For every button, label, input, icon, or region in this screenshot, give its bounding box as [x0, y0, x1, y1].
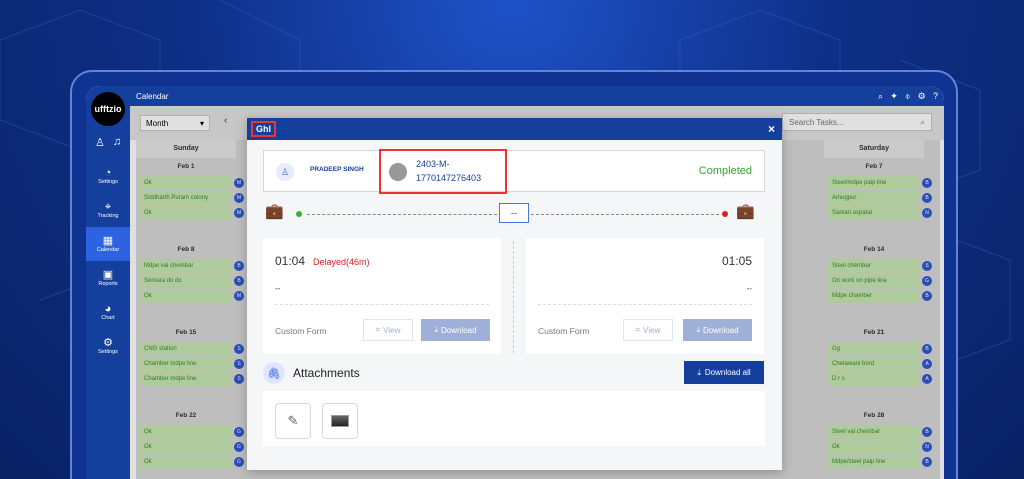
topbar-actions: ⌕ ✦ ⌽ ⚙ ?	[873, 91, 938, 102]
user-icon[interactable]: ♙	[95, 136, 105, 149]
briefcase-end-icon: 💼	[736, 203, 755, 220]
status-badge: Completed	[698, 165, 752, 177]
sidebar-top-icons: ♙ ♫	[86, 136, 130, 149]
chart-icon: ◕	[104, 303, 112, 315]
sidebar-item-settings[interactable]: ◔ Settings	[86, 159, 130, 193]
bell-icon[interactable]: ♫	[113, 136, 121, 149]
attachment-file[interactable]: ✎	[275, 403, 311, 439]
modal-header: Ghl ×	[247, 118, 782, 140]
location-icon: ⌖	[104, 201, 112, 213]
sidebar-item-reports[interactable]: ▣ Reports	[86, 261, 130, 295]
search-icon[interactable]: ⌕	[878, 91, 883, 101]
sidebar-item-label: Calendar	[96, 247, 120, 253]
sidebar-item-label: Settings	[98, 179, 118, 185]
start-card: 01:04 Delayed(46m) -- Custom Form ⌗ View ⤓…	[263, 238, 501, 354]
speedometer-icon: ◔	[104, 167, 112, 179]
card-divider	[513, 241, 514, 353]
download-icon: ⤓	[434, 325, 438, 334]
sidebar-item-tracking[interactable]: ⌖ Tracking	[86, 193, 130, 227]
form-document-icon: ✎	[287, 413, 299, 428]
download-all-button[interactable]: ⤓ Download all	[684, 361, 764, 384]
task-id-line-2: 1770147276403	[416, 173, 482, 183]
close-icon[interactable]: ×	[768, 122, 775, 136]
top-bar: Calendar ⌕ ✦ ⌽ ⚙ ?	[130, 86, 944, 106]
help-icon[interactable]: ?	[933, 91, 938, 101]
app-logo: ufftzio	[91, 92, 125, 126]
scan-icon: ⌗	[635, 325, 641, 334]
divider	[538, 304, 752, 305]
task-id-line-1: 2403-M-	[416, 159, 450, 169]
start-dot	[296, 211, 302, 217]
task-timeline: 💼 -- 💼	[265, 202, 765, 226]
view-button[interactable]: ⌗ View	[623, 319, 673, 341]
sidebar-item-calendar[interactable]: ▦ Calendar	[86, 227, 130, 261]
timeline-right-line	[531, 214, 719, 215]
calendar-icon: ▦	[102, 235, 114, 247]
duration-box: --	[499, 203, 529, 223]
custom-form-label: Custom Form	[275, 326, 327, 336]
task-summary: ♙ PRADEEP SINGH 2403-M- 1770147276403 Co…	[263, 149, 765, 194]
end-card: 01:05 -- Custom Form ⌗ View ⤓ Download	[526, 238, 764, 354]
sidebar-item-label: Chart	[101, 315, 115, 321]
divider	[275, 304, 489, 305]
delay-status: Delayed(46m)	[313, 257, 370, 267]
report-icon: ▣	[102, 269, 114, 281]
task-id-box: 2403-M- 1770147276403	[379, 149, 507, 194]
custom-form-label: Custom Form	[538, 326, 590, 336]
download-icon: ⤓	[696, 325, 700, 334]
attachments-label: Attachments	[293, 366, 360, 380]
end-value: --	[746, 284, 752, 293]
user-icon: ♙	[276, 163, 294, 181]
attachments-heading: 🖇 Attachments	[263, 362, 360, 384]
image-thumbnail-icon	[331, 415, 349, 427]
start-time: 01:04 Delayed(46m)	[275, 254, 370, 268]
attachment-image[interactable]	[322, 403, 358, 439]
end-dot	[722, 211, 728, 217]
download-button[interactable]: ⤓ Download	[421, 319, 490, 341]
end-time: 01:05	[721, 254, 752, 268]
sidebar-item-chart[interactable]: ◕ Chart	[86, 295, 130, 329]
view-button[interactable]: ⌗ View	[363, 319, 413, 341]
gear-icon: ⚙	[103, 337, 113, 349]
download-icon: ⤓	[697, 367, 701, 377]
page-title: Calendar	[136, 91, 169, 101]
avatar	[389, 163, 407, 181]
modal-title: Ghl	[251, 121, 276, 137]
sidebar-item-system-settings[interactable]: ⚙ Settings	[86, 329, 130, 363]
sidebar-item-label: Tracking	[97, 213, 119, 219]
sidebar-item-label: Reports	[98, 281, 118, 287]
paperclip-icon: 🖇	[263, 362, 285, 384]
settings-icon[interactable]: ⚙	[918, 91, 926, 101]
attachment-list: ✎	[263, 391, 765, 446]
filter-icon[interactable]: ⌽	[905, 91, 910, 101]
assignee-name: PRADEEP SINGH	[310, 166, 364, 173]
briefcase-start-icon: 💼	[265, 203, 284, 220]
scan-icon: ⌗	[375, 325, 381, 334]
task-detail-modal: Ghl × ♙ PRADEEP SINGH 2403-M- 1770147276…	[247, 118, 782, 470]
download-button[interactable]: ⤓ Download	[683, 319, 752, 341]
star-icon[interactable]: ✦	[890, 91, 898, 101]
sidebar: ufftzio ♙ ♫ ◔ Settings ⌖ Tracking ▦ Cale…	[86, 86, 130, 479]
sidebar-item-label: Settings	[98, 349, 118, 355]
timeline-left-line	[307, 214, 497, 215]
start-value: --	[275, 284, 281, 293]
